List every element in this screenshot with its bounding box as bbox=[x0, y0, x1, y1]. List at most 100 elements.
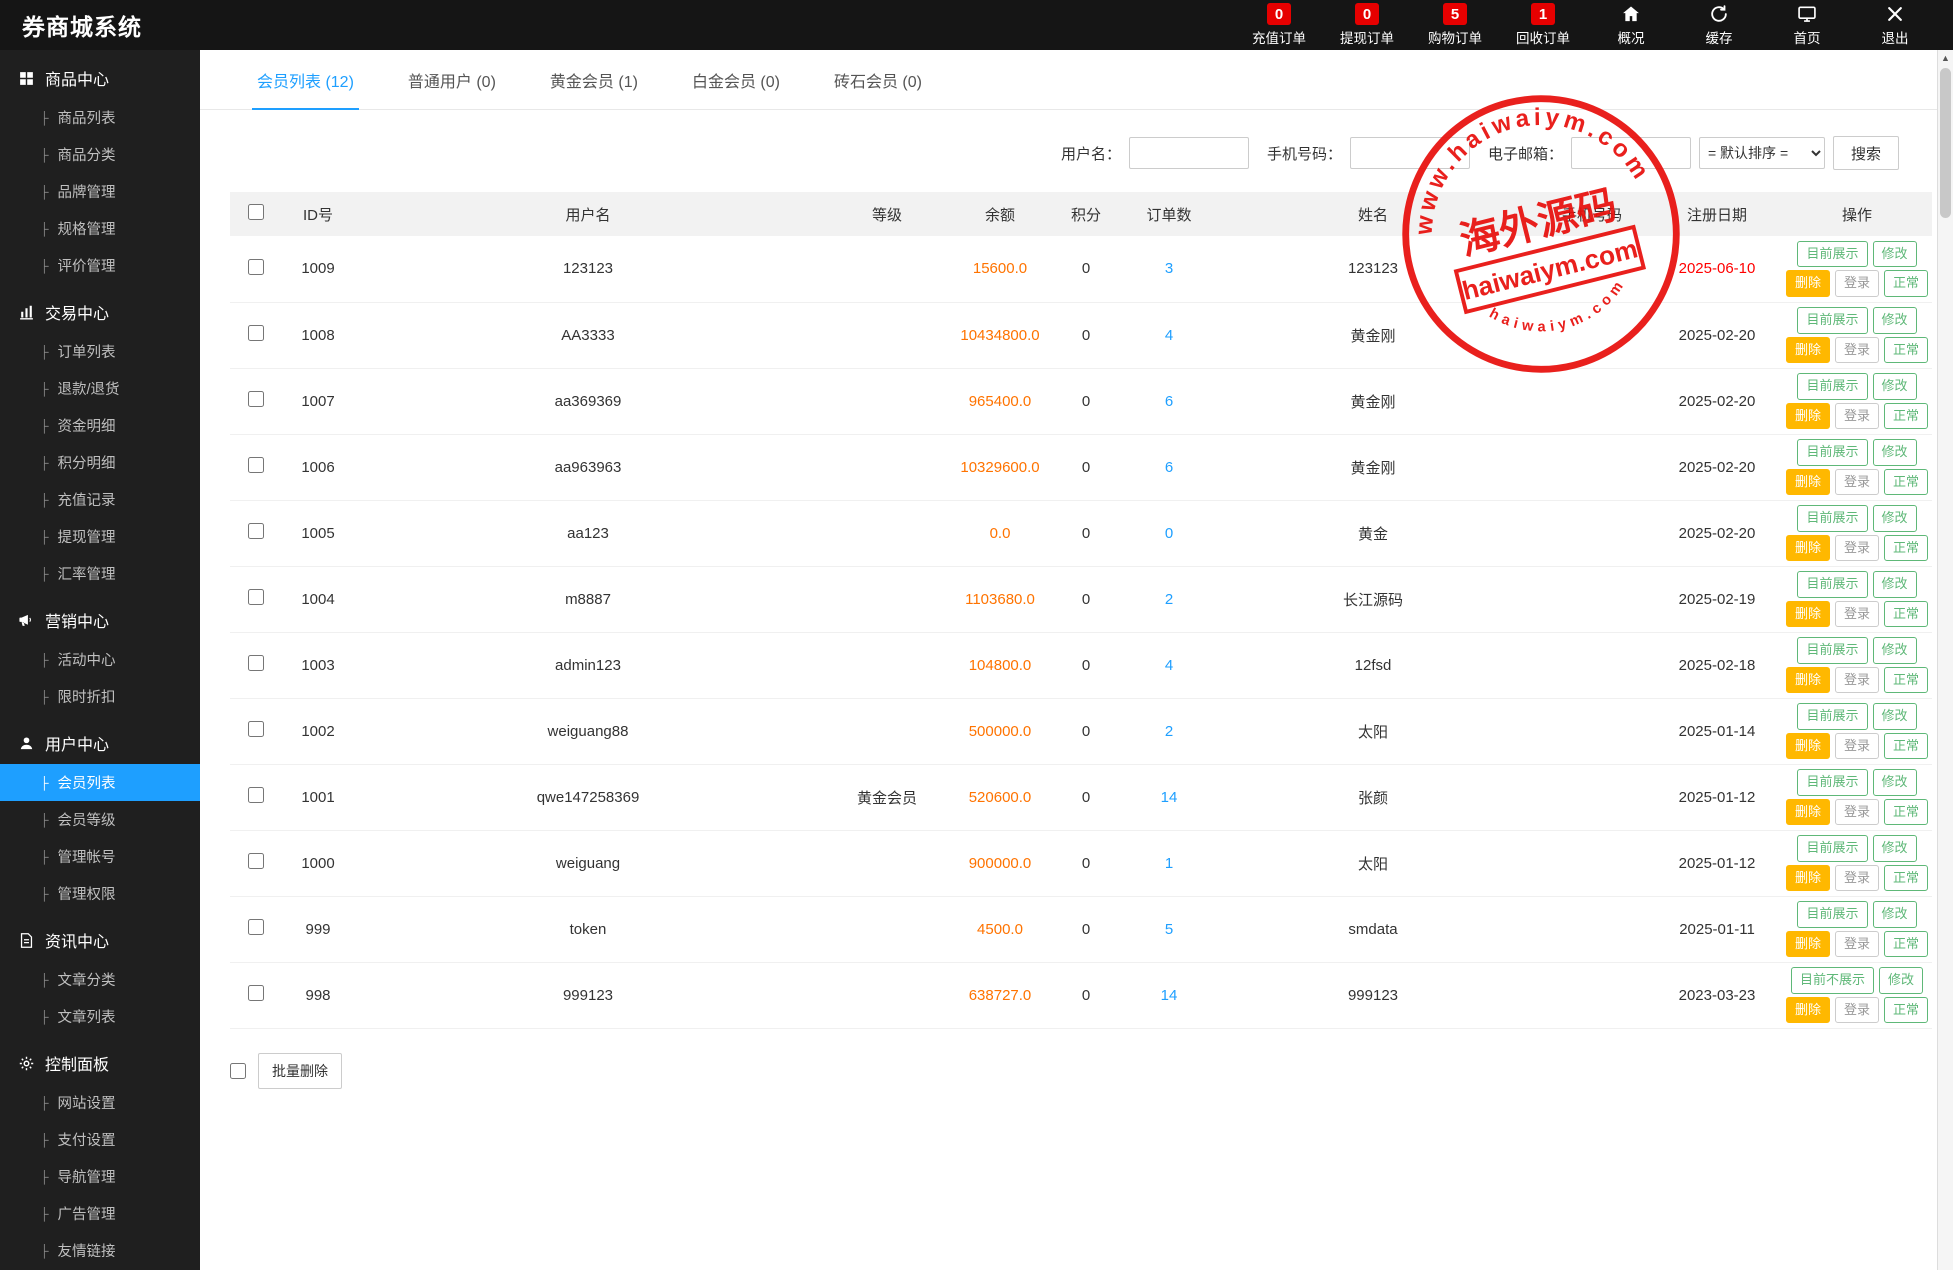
tab-1[interactable]: 普通用户 (0) bbox=[381, 50, 523, 109]
sidebar-item-panel-3[interactable]: ├广告管理 bbox=[0, 1195, 200, 1232]
login-button[interactable]: 登录 bbox=[1835, 403, 1879, 429]
login-button[interactable]: 登录 bbox=[1835, 601, 1879, 627]
login-button[interactable]: 登录 bbox=[1835, 667, 1879, 693]
phone-input[interactable] bbox=[1350, 137, 1470, 169]
sidebar-item-panel-2[interactable]: ├导航管理 bbox=[0, 1158, 200, 1195]
orders-link[interactable]: 5 bbox=[1165, 921, 1173, 938]
sidebar-section-panel[interactable]: 控制面板 bbox=[0, 1035, 200, 1084]
sidebar-item-user-1[interactable]: ├会员等级 bbox=[0, 801, 200, 838]
orders-link[interactable]: 1 bbox=[1165, 855, 1173, 872]
edit-button[interactable]: 修改 bbox=[1873, 637, 1917, 663]
status-button[interactable]: 正常 bbox=[1884, 733, 1928, 759]
edit-button[interactable]: 修改 bbox=[1873, 703, 1917, 729]
display-toggle-button[interactable]: 目前展示 bbox=[1797, 835, 1867, 861]
row-checkbox[interactable] bbox=[248, 919, 264, 935]
sidebar-item-trade-5[interactable]: ├提现管理 bbox=[0, 518, 200, 555]
sidebar-item-trade-6[interactable]: ├汇率管理 bbox=[0, 555, 200, 592]
orders-link[interactable]: 2 bbox=[1165, 591, 1173, 608]
delete-button[interactable]: 删除 bbox=[1786, 733, 1830, 759]
row-checkbox[interactable] bbox=[248, 655, 264, 671]
orders-link[interactable]: 0 bbox=[1165, 525, 1173, 542]
sidebar-item-panel-1[interactable]: ├支付设置 bbox=[0, 1121, 200, 1158]
topbar-tool-overview[interactable]: 概况 bbox=[1587, 0, 1675, 50]
login-button[interactable]: 登录 bbox=[1835, 337, 1879, 363]
display-toggle-button[interactable]: 目前不展示 bbox=[1791, 967, 1874, 993]
edit-button[interactable]: 修改 bbox=[1873, 769, 1917, 795]
sidebar-item-news-0[interactable]: ├文章分类 bbox=[0, 961, 200, 998]
display-toggle-button[interactable]: 目前展示 bbox=[1797, 505, 1867, 531]
row-checkbox[interactable] bbox=[248, 523, 264, 539]
delete-button[interactable]: 删除 bbox=[1786, 270, 1830, 296]
edit-button[interactable]: 修改 bbox=[1873, 439, 1917, 465]
sidebar-item-goods-2[interactable]: ├品牌管理 bbox=[0, 173, 200, 210]
sidebar-item-goods-4[interactable]: ├评价管理 bbox=[0, 247, 200, 284]
sidebar-item-trade-2[interactable]: ├资金明细 bbox=[0, 407, 200, 444]
topbar-tool-cache[interactable]: 缓存 bbox=[1675, 0, 1763, 50]
row-checkbox[interactable] bbox=[248, 457, 264, 473]
orders-link[interactable]: 14 bbox=[1161, 789, 1178, 806]
row-checkbox[interactable] bbox=[248, 721, 264, 737]
orders-link[interactable]: 6 bbox=[1165, 393, 1173, 410]
display-toggle-button[interactable]: 目前展示 bbox=[1797, 901, 1867, 927]
row-checkbox[interactable] bbox=[248, 259, 264, 275]
row-checkbox[interactable] bbox=[248, 589, 264, 605]
edit-button[interactable]: 修改 bbox=[1873, 505, 1917, 531]
topbar-badge-recycle[interactable]: 1回收订单 bbox=[1499, 0, 1587, 50]
sidebar-section-marketing[interactable]: 营销中心 bbox=[0, 592, 200, 641]
edit-button[interactable]: 修改 bbox=[1879, 967, 1923, 993]
delete-button[interactable]: 删除 bbox=[1786, 667, 1830, 693]
edit-button[interactable]: 修改 bbox=[1873, 835, 1917, 861]
orders-link[interactable]: 4 bbox=[1165, 327, 1173, 344]
sidebar-item-marketing-0[interactable]: ├活动中心 bbox=[0, 641, 200, 678]
sidebar-section-trade[interactable]: 交易中心 bbox=[0, 284, 200, 333]
sidebar-item-marketing-1[interactable]: ├限时折扣 bbox=[0, 678, 200, 715]
status-button[interactable]: 正常 bbox=[1884, 997, 1928, 1023]
username-input[interactable] bbox=[1129, 137, 1249, 169]
sidebar-section-goods[interactable]: 商品中心 bbox=[0, 50, 200, 99]
batch-delete-button[interactable]: 批量删除 bbox=[258, 1053, 342, 1089]
status-button[interactable]: 正常 bbox=[1884, 667, 1928, 693]
login-button[interactable]: 登录 bbox=[1835, 469, 1879, 495]
sidebar-item-goods-1[interactable]: ├商品分类 bbox=[0, 136, 200, 173]
status-button[interactable]: 正常 bbox=[1884, 931, 1928, 957]
delete-button[interactable]: 删除 bbox=[1786, 403, 1830, 429]
scrollbar-up-arrow[interactable]: ▲ bbox=[1938, 50, 1953, 66]
edit-button[interactable]: 修改 bbox=[1873, 373, 1917, 399]
topbar-badge-shopping[interactable]: 5购物订单 bbox=[1411, 0, 1499, 50]
row-checkbox[interactable] bbox=[248, 985, 264, 1001]
sidebar-item-trade-3[interactable]: ├积分明细 bbox=[0, 444, 200, 481]
edit-button[interactable]: 修改 bbox=[1873, 241, 1917, 267]
display-toggle-button[interactable]: 目前展示 bbox=[1797, 241, 1867, 267]
search-button[interactable]: 搜索 bbox=[1833, 136, 1899, 170]
status-button[interactable]: 正常 bbox=[1884, 601, 1928, 627]
sidebar-section-news[interactable]: 资讯中心 bbox=[0, 912, 200, 961]
select-all-checkbox[interactable] bbox=[248, 204, 264, 220]
delete-button[interactable]: 删除 bbox=[1786, 469, 1830, 495]
row-checkbox[interactable] bbox=[248, 325, 264, 341]
delete-button[interactable]: 删除 bbox=[1786, 337, 1830, 363]
delete-button[interactable]: 删除 bbox=[1786, 799, 1830, 825]
sidebar-item-news-1[interactable]: ├文章列表 bbox=[0, 998, 200, 1035]
status-button[interactable]: 正常 bbox=[1884, 469, 1928, 495]
sidebar-item-panel-0[interactable]: ├网站设置 bbox=[0, 1084, 200, 1121]
topbar-badge-withdraw[interactable]: 0提现订单 bbox=[1323, 0, 1411, 50]
status-button[interactable]: 正常 bbox=[1884, 270, 1928, 296]
status-button[interactable]: 正常 bbox=[1884, 403, 1928, 429]
status-button[interactable]: 正常 bbox=[1884, 865, 1928, 891]
sidebar-item-user-0[interactable]: ├会员列表 bbox=[0, 764, 200, 801]
display-toggle-button[interactable]: 目前展示 bbox=[1797, 307, 1867, 333]
edit-button[interactable]: 修改 bbox=[1873, 571, 1917, 597]
display-toggle-button[interactable]: 目前展示 bbox=[1797, 373, 1867, 399]
topbar-tool-homepage[interactable]: 首页 bbox=[1763, 0, 1851, 50]
delete-button[interactable]: 删除 bbox=[1786, 601, 1830, 627]
row-checkbox[interactable] bbox=[248, 853, 264, 869]
sort-select[interactable]: = 默认排序 = bbox=[1699, 137, 1825, 169]
email-input[interactable] bbox=[1571, 137, 1691, 169]
sidebar-item-goods-3[interactable]: ├规格管理 bbox=[0, 210, 200, 247]
topbar-badge-recharge[interactable]: 0充值订单 bbox=[1235, 0, 1323, 50]
tab-0[interactable]: 会员列表 (12) bbox=[230, 50, 381, 109]
display-toggle-button[interactable]: 目前展示 bbox=[1797, 571, 1867, 597]
batch-checkbox[interactable] bbox=[230, 1063, 246, 1079]
vertical-scrollbar[interactable]: ▲ bbox=[1937, 50, 1953, 1270]
display-toggle-button[interactable]: 目前展示 bbox=[1797, 769, 1867, 795]
